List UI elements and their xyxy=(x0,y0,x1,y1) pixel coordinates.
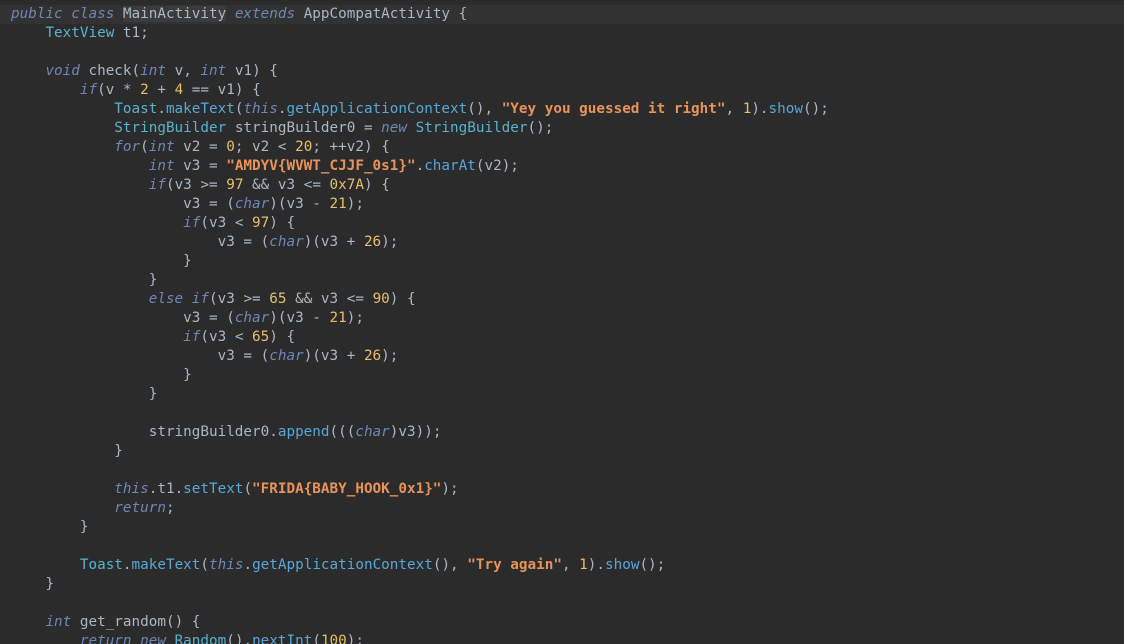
code-line[interactable] xyxy=(11,537,1124,556)
code-line[interactable]: } xyxy=(11,271,1124,290)
code-line[interactable]: } xyxy=(11,385,1124,404)
code-area[interactable]: public class MainActivity extends AppCom… xyxy=(0,5,1124,644)
code-line[interactable]: } xyxy=(11,518,1124,537)
code-line[interactable]: for(int v2 = 0; v2 < 20; ++v2) { xyxy=(11,138,1124,157)
code-line[interactable]: } xyxy=(11,575,1124,594)
code-line[interactable]: int get_random() { xyxy=(11,613,1124,632)
code-line[interactable]: void check(int v, int v1) { xyxy=(11,62,1124,81)
code-line[interactable]: v3 = (char)(v3 + 26); xyxy=(11,347,1124,366)
code-line[interactable]: int v3 = "AMDYV{WVWT_CJJF_0s1}".charAt(v… xyxy=(11,157,1124,176)
code-line[interactable]: public class MainActivity extends AppCom… xyxy=(0,5,1124,24)
code-line[interactable]: } xyxy=(11,252,1124,271)
code-line[interactable]: Toast.makeText(this.getApplicationContex… xyxy=(11,100,1124,119)
code-line[interactable]: TextView t1; xyxy=(11,24,1124,43)
code-line[interactable]: } xyxy=(11,366,1124,385)
code-line[interactable]: StringBuilder stringBuilder0 = new Strin… xyxy=(11,119,1124,138)
code-line[interactable]: v3 = (char)(v3 + 26); xyxy=(11,233,1124,252)
code-line[interactable]: if(v3 >= 97 && v3 <= 0x7A) { xyxy=(11,176,1124,195)
code-line[interactable]: return; xyxy=(11,499,1124,518)
code-line[interactable]: if(v3 < 97) { xyxy=(11,214,1124,233)
code-line[interactable]: v3 = (char)(v3 - 21); xyxy=(11,195,1124,214)
code-line[interactable]: return new Random().nextInt(100); xyxy=(11,632,1124,644)
code-line[interactable] xyxy=(11,43,1124,62)
code-line[interactable]: if(v3 < 65) { xyxy=(11,328,1124,347)
code-line[interactable] xyxy=(11,461,1124,480)
code-line[interactable] xyxy=(11,594,1124,613)
code-line[interactable]: Toast.makeText(this.getApplicationContex… xyxy=(11,556,1124,575)
code-editor[interactable]: public class MainActivity extends AppCom… xyxy=(0,0,1124,644)
code-line[interactable]: if(v * 2 + 4 == v1) { xyxy=(11,81,1124,100)
code-line[interactable]: } xyxy=(11,442,1124,461)
code-line[interactable]: this.t1.setText("FRIDA{BABY_HOOK_0x1}"); xyxy=(11,480,1124,499)
code-line[interactable]: v3 = (char)(v3 - 21); xyxy=(11,309,1124,328)
code-line[interactable] xyxy=(11,404,1124,423)
code-line[interactable]: stringBuilder0.append(((char)v3)); xyxy=(11,423,1124,442)
code-line[interactable]: else if(v3 >= 65 && v3 <= 90) { xyxy=(11,290,1124,309)
